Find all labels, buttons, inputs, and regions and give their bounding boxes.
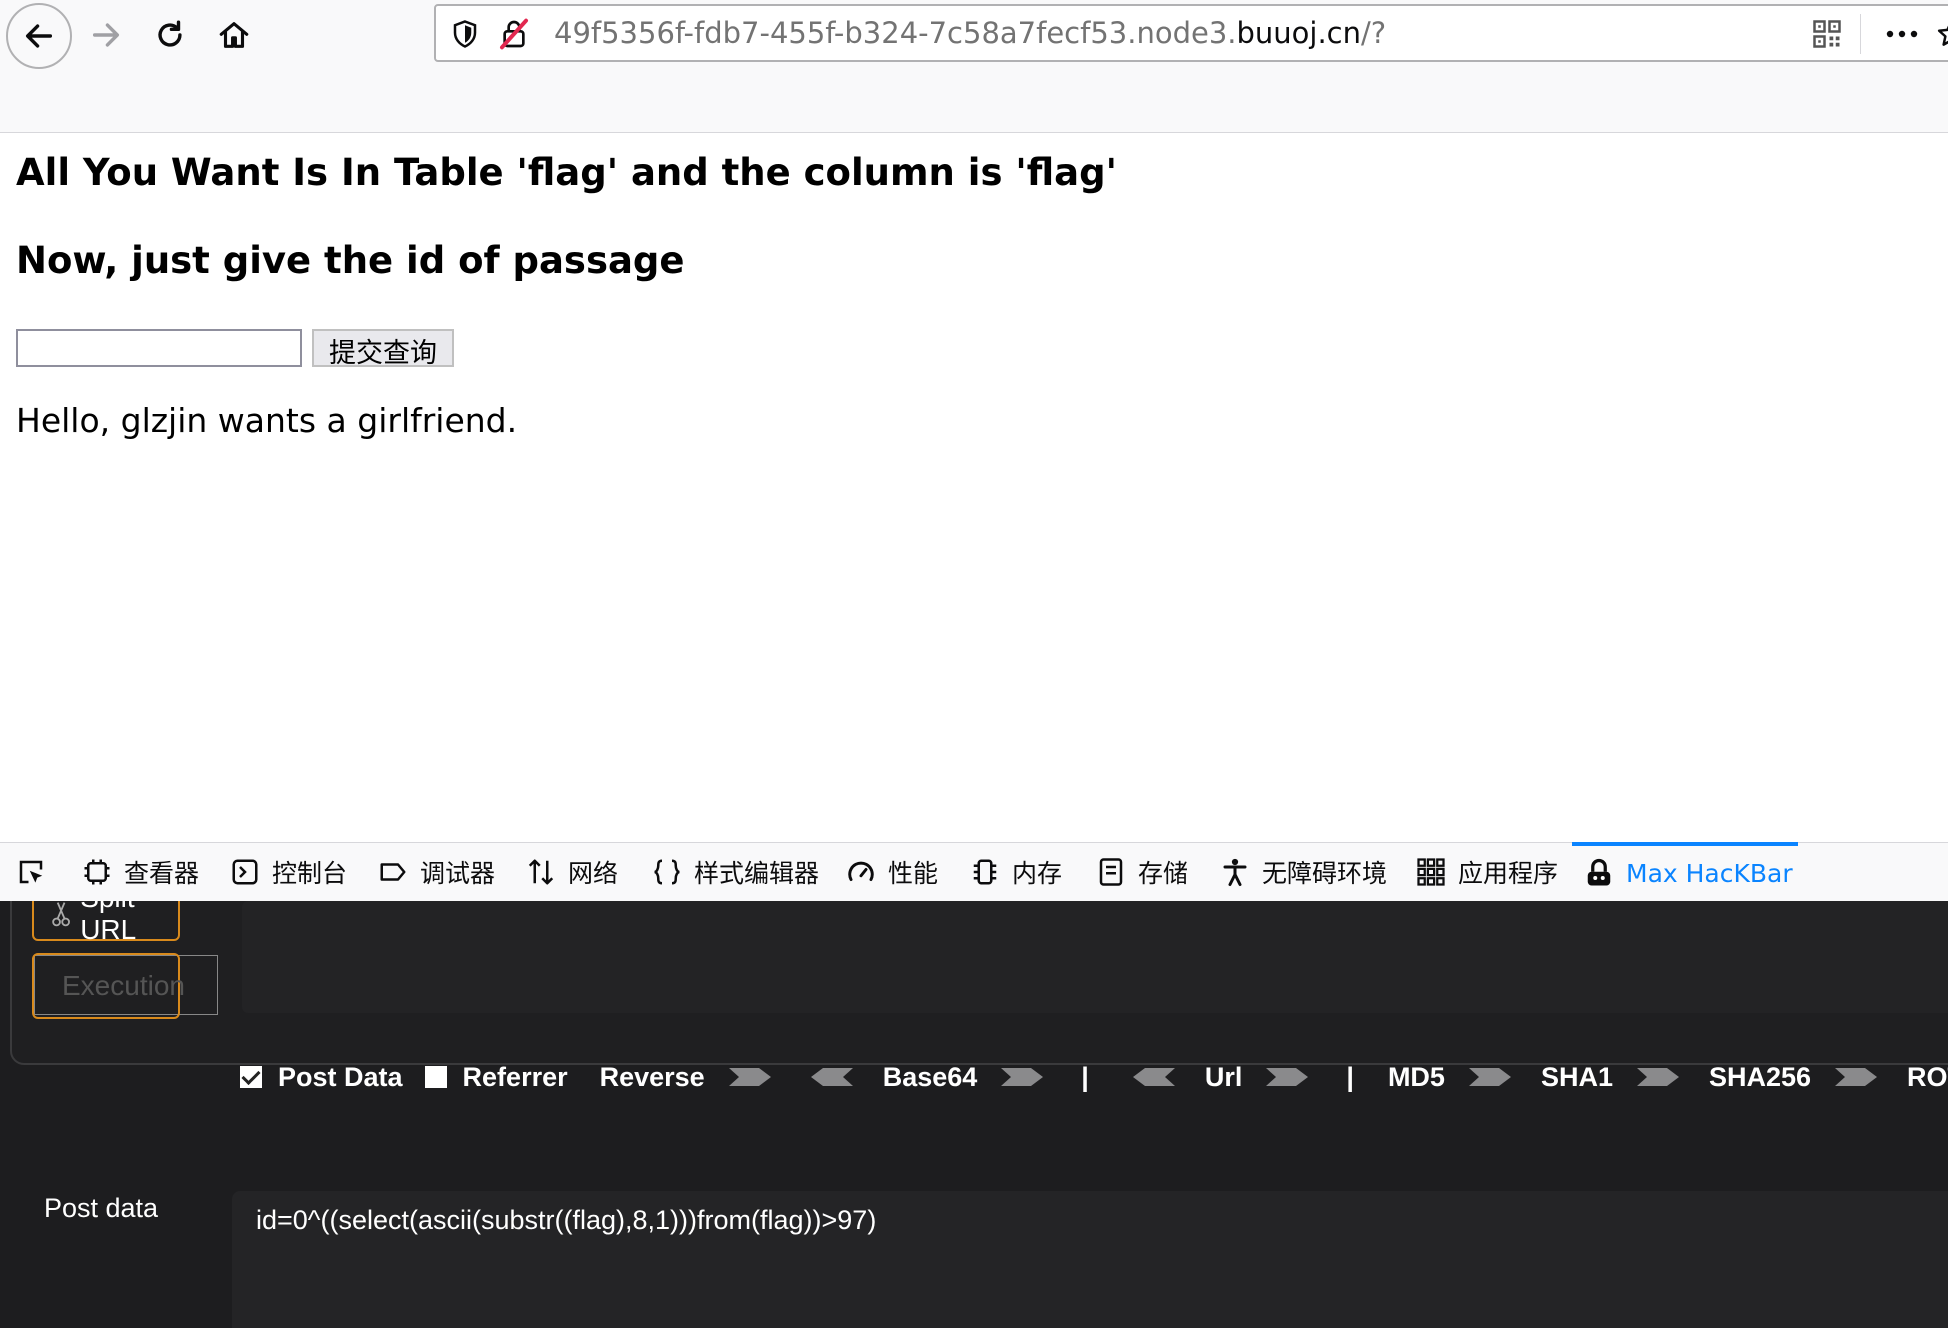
post-data-option-label: Post Data	[278, 1061, 403, 1092]
tab-label: 控制台	[272, 859, 348, 888]
browser-toolbar: 49f5356f-fdb7-455f-b324-7c58a7fecf53.nod…	[0, 0, 1948, 133]
home-icon	[219, 22, 249, 48]
tab-memory[interactable]: 内存	[970, 843, 1062, 901]
split-url-label: Split URL	[80, 901, 137, 945]
url-textarea[interactable]	[242, 901, 1948, 1013]
md5-arrow-icon[interactable]	[1468, 1066, 1511, 1088]
tab-accessibility[interactable]: 无障碍环境	[1220, 843, 1387, 901]
reverse-option[interactable]: Reverse	[600, 1062, 705, 1093]
url-bar[interactable]: 49f5356f-fdb7-455f-b324-7c58a7fecf53.nod…	[434, 4, 1948, 62]
referrer-checkbox[interactable]	[424, 1066, 447, 1088]
tab-application[interactable]: 应用程序	[1416, 843, 1558, 901]
tab-label: 无障碍环境	[1262, 859, 1388, 888]
query-result-text: Hello, glzjin wants a girlfriend.	[16, 401, 518, 440]
id-input[interactable]	[16, 329, 302, 367]
sha256-option[interactable]: SHA256	[1709, 1062, 1811, 1093]
page-heading-id-prompt: Now, just give the id of passage	[16, 239, 685, 282]
hackbar-panel: Split URL Execution Post Data Referrer R…	[0, 901, 1948, 1328]
home-button[interactable]	[202, 6, 266, 64]
tab-label: 内存	[1012, 859, 1063, 888]
devtools-toolbar: 查看器 控制台 调试器 网络 样式编辑器 性能 内存 存储 无障碍环境 应用程序…	[0, 842, 1948, 902]
accessibility-icon	[1223, 858, 1247, 886]
decode-arrow-icon[interactable]	[810, 1066, 853, 1088]
split-url-button[interactable]: Split URL	[32, 901, 180, 945]
tab-max-hackbar[interactable]: Max HacKBar	[1572, 842, 1798, 900]
tab-label: 性能	[888, 859, 939, 888]
option-separator: |	[1346, 1061, 1354, 1092]
back-arrow-icon	[25, 24, 53, 48]
debugger-icon	[380, 863, 406, 881]
hackbar-options-row: Post Data Referrer Reverse Base64 | Url …	[240, 1053, 1948, 1101]
tab-label: 样式编辑器	[694, 859, 820, 888]
tab-label: 查看器	[124, 859, 200, 888]
tab-network[interactable]: 网络	[526, 843, 618, 901]
tracking-shield-icon[interactable]	[450, 19, 480, 49]
url-encode-arrow-icon[interactable]	[1266, 1066, 1309, 1088]
page-content: All You Want Is In Table 'flag' and the …	[0, 133, 1948, 843]
base64-option[interactable]: Base64	[883, 1062, 978, 1093]
hackbar-icon	[1587, 858, 1611, 886]
execution-button[interactable]: Execution	[32, 953, 185, 1019]
inspector-icon	[84, 859, 110, 885]
performance-icon	[848, 861, 874, 881]
submit-query-button[interactable]: 提交查询	[312, 329, 454, 369]
url-text[interactable]: 49f5356f-fdb7-455f-b324-7c58a7fecf53.nod…	[554, 16, 1386, 50]
tab-inspector[interactable]: 查看器	[82, 843, 199, 901]
post-data-textarea[interactable]: id=0^((select(ascii(substr((flag),8,1)))…	[232, 1191, 1948, 1328]
post-data-value[interactable]: id=0^((select(ascii(substr((flag),8,1)))…	[256, 1205, 876, 1236]
tab-debugger[interactable]: 调试器	[378, 843, 495, 901]
encode-arrow-icon[interactable]	[728, 1066, 771, 1088]
tab-label: 调试器	[420, 859, 496, 888]
tab-style-editor[interactable]: 样式编辑器	[652, 843, 819, 901]
forward-arrow-icon	[92, 23, 120, 47]
insecure-connection-icon[interactable]	[498, 18, 530, 50]
qr-code-icon[interactable]	[1812, 19, 1842, 49]
sha1-arrow-icon[interactable]	[1636, 1066, 1679, 1088]
style-editor-icon	[654, 859, 680, 885]
storage-icon	[1099, 858, 1123, 886]
page-actions-menu-icon[interactable]	[1884, 20, 1920, 48]
tab-performance[interactable]: 性能	[846, 843, 938, 901]
url-bar-separator	[1860, 14, 1861, 54]
back-button[interactable]	[6, 3, 72, 69]
post-data-label: Post data	[44, 1193, 159, 1223]
base64-encode-arrow-icon[interactable]	[1001, 1066, 1044, 1088]
url-option[interactable]: Url	[1205, 1062, 1243, 1093]
rot13-option[interactable]: ROT13	[1907, 1062, 1948, 1093]
post-data-checkbox[interactable]	[240, 1066, 262, 1088]
page-heading-table-hint: All You Want Is In Table 'flag' and the …	[16, 151, 1117, 194]
sha256-arrow-icon[interactable]	[1835, 1066, 1878, 1088]
option-separator: |	[1081, 1061, 1089, 1092]
reload-icon	[158, 20, 182, 47]
tab-label: Max HacKBar	[1626, 858, 1793, 888]
console-icon	[232, 859, 258, 885]
tab-label: 存储	[1138, 859, 1189, 888]
bookmark-star-icon[interactable]	[1936, 18, 1948, 50]
network-icon	[528, 859, 554, 885]
scissors-icon	[52, 902, 70, 927]
sha1-option[interactable]: SHA1	[1541, 1062, 1613, 1093]
tab-storage[interactable]: 存储	[1096, 843, 1188, 901]
execution-label: Execution	[62, 970, 185, 1001]
referrer-option-label: Referrer	[462, 1061, 568, 1092]
reload-button[interactable]	[138, 6, 202, 64]
application-icon	[1417, 858, 1445, 886]
url-decode-arrow-icon[interactable]	[1132, 1066, 1175, 1088]
forward-button[interactable]	[74, 6, 138, 64]
md5-option[interactable]: MD5	[1388, 1062, 1445, 1093]
memory-icon	[973, 859, 997, 885]
tab-label: 网络	[568, 859, 619, 888]
element-picker-button[interactable]	[16, 843, 58, 901]
tab-label: 应用程序	[1458, 859, 1559, 888]
tab-console[interactable]: 控制台	[230, 843, 347, 901]
element-picker-icon	[19, 860, 43, 884]
